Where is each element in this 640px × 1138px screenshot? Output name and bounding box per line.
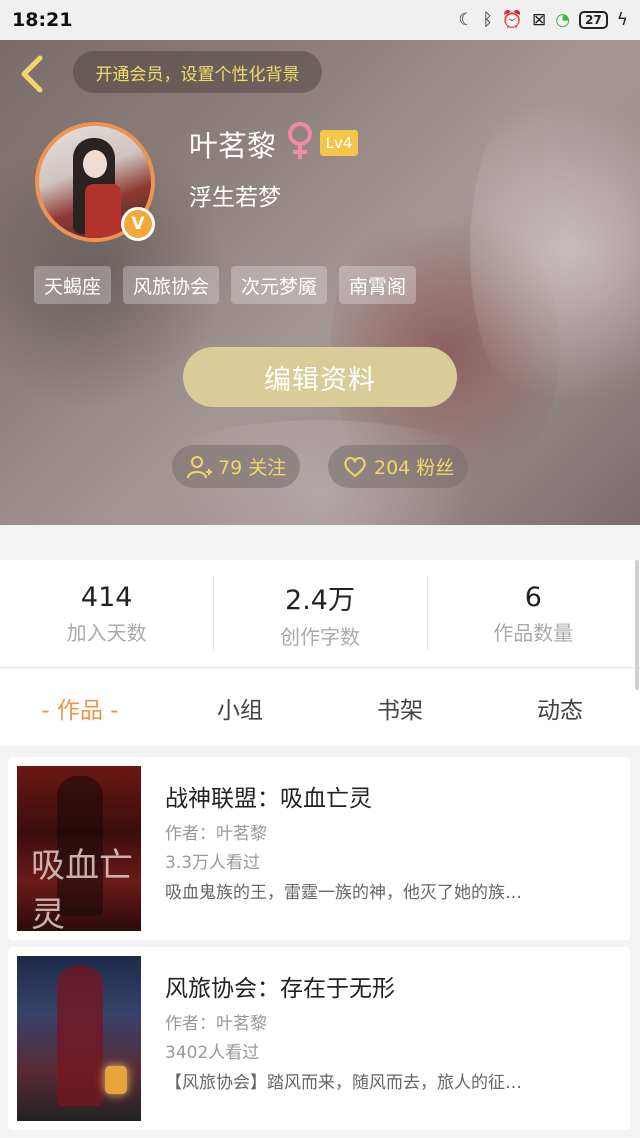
stat-label: 加入天数 — [66, 620, 147, 645]
wifi-icon: ◔ — [555, 9, 571, 30]
book-cover — [17, 956, 141, 1121]
work-title: 战神联盟：吸血亡灵 — [165, 786, 372, 812]
female-icon — [288, 122, 312, 159]
battery-icon: 27 — [579, 11, 608, 29]
stat-label: 作品数量 — [493, 620, 574, 645]
stat-join-days: 414 加入天数 — [0, 560, 213, 667]
scrollbar[interactable] — [635, 560, 639, 690]
user-add-icon — [187, 455, 212, 478]
tab-activity[interactable]: 动态 — [480, 669, 640, 746]
work-title: 风旅协会：存在于无形 — [165, 976, 395, 1002]
heart-icon — [344, 456, 366, 477]
stat-works-count: 6 作品数量 — [426, 560, 640, 667]
status-bar: 18:21 ☾ ᛒ ⏰ ⊠ ◔ 27 ϟ — [0, 0, 640, 40]
charging-icon: ϟ — [616, 9, 628, 30]
username: 叶茗黎 — [189, 129, 277, 163]
following-count: 79 关注 — [218, 457, 287, 479]
work-views: 3402人看过 — [165, 1043, 260, 1063]
vip-banner[interactable]: 开通会员，设置个性化背景 — [73, 51, 322, 93]
stat-value: 2.4万 — [285, 584, 355, 616]
tag[interactable]: 次元梦魇 — [231, 266, 328, 304]
stat-label: 创作字数 — [279, 624, 360, 649]
cover-text: 吸血亡灵 — [31, 846, 133, 931]
work-card[interactable]: 吸血亡灵 战神联盟：吸血亡灵 作者：叶茗黎 3.3万人看过 吸血鬼族的王，雷霆一… — [8, 757, 630, 940]
tab-groups[interactable]: 小组 — [160, 669, 320, 746]
tag[interactable]: 天蝎座 — [34, 266, 112, 304]
work-author: 作者：叶茗黎 — [165, 1014, 267, 1034]
following-button[interactable]: 79 关注 — [172, 445, 301, 488]
work-description: 【风旅协会】踏风而来，随风而去，旅人的征… — [165, 1073, 522, 1093]
chevron-left-icon — [21, 55, 43, 93]
fans-count: 204 粉丝 — [374, 457, 455, 479]
edit-profile-button[interactable]: 编辑资料 — [183, 347, 457, 407]
back-button[interactable] — [14, 52, 50, 96]
fans-button[interactable]: 204 粉丝 — [328, 445, 469, 488]
work-author: 作者：叶茗黎 — [165, 824, 267, 844]
stat-word-count: 2.4万 创作字数 — [213, 560, 426, 667]
sim-icon: ⊠ — [531, 9, 547, 30]
tab-works[interactable]: - 作品 - — [0, 669, 160, 746]
status-icons: ☾ ᛒ ⏰ ⊠ ◔ 27 ϟ — [458, 11, 628, 29]
work-description: 吸血鬼族的王，雷霆一族的神，他灭了她的族… — [165, 883, 522, 903]
status-time: 18:21 — [12, 9, 73, 31]
stat-value: 414 — [80, 581, 133, 613]
stat-value: 6 — [524, 581, 542, 613]
lantern-icon — [105, 1066, 127, 1094]
work-card[interactable]: 风旅协会：存在于无形 作者：叶茗黎 3402人看过 【风旅协会】踏风而来，随风而… — [8, 947, 630, 1130]
tab-bookshelf[interactable]: 书架 — [320, 669, 480, 746]
moon-icon: ☾ — [458, 9, 474, 30]
book-cover: 吸血亡灵 — [17, 766, 141, 931]
vip-badge: V — [121, 207, 155, 241]
profile-tabs: - 作品 - 小组 书架 动态 — [0, 669, 640, 747]
alarm-icon: ⏰ — [501, 9, 523, 30]
signature: 浮生若梦 — [189, 185, 281, 211]
tag-list: 天蝎座 风旅协会 次元梦魇 南霄阁 — [34, 266, 417, 304]
stats-bar: 414 加入天数 2.4万 创作字数 6 作品数量 — [0, 560, 640, 668]
work-views: 3.3万人看过 — [165, 853, 261, 873]
level-badge: Lv4 — [320, 130, 358, 156]
bluetooth-icon: ᛒ — [482, 9, 493, 30]
tag[interactable]: 南霄阁 — [339, 266, 417, 304]
tag[interactable]: 风旅协会 — [123, 266, 220, 304]
